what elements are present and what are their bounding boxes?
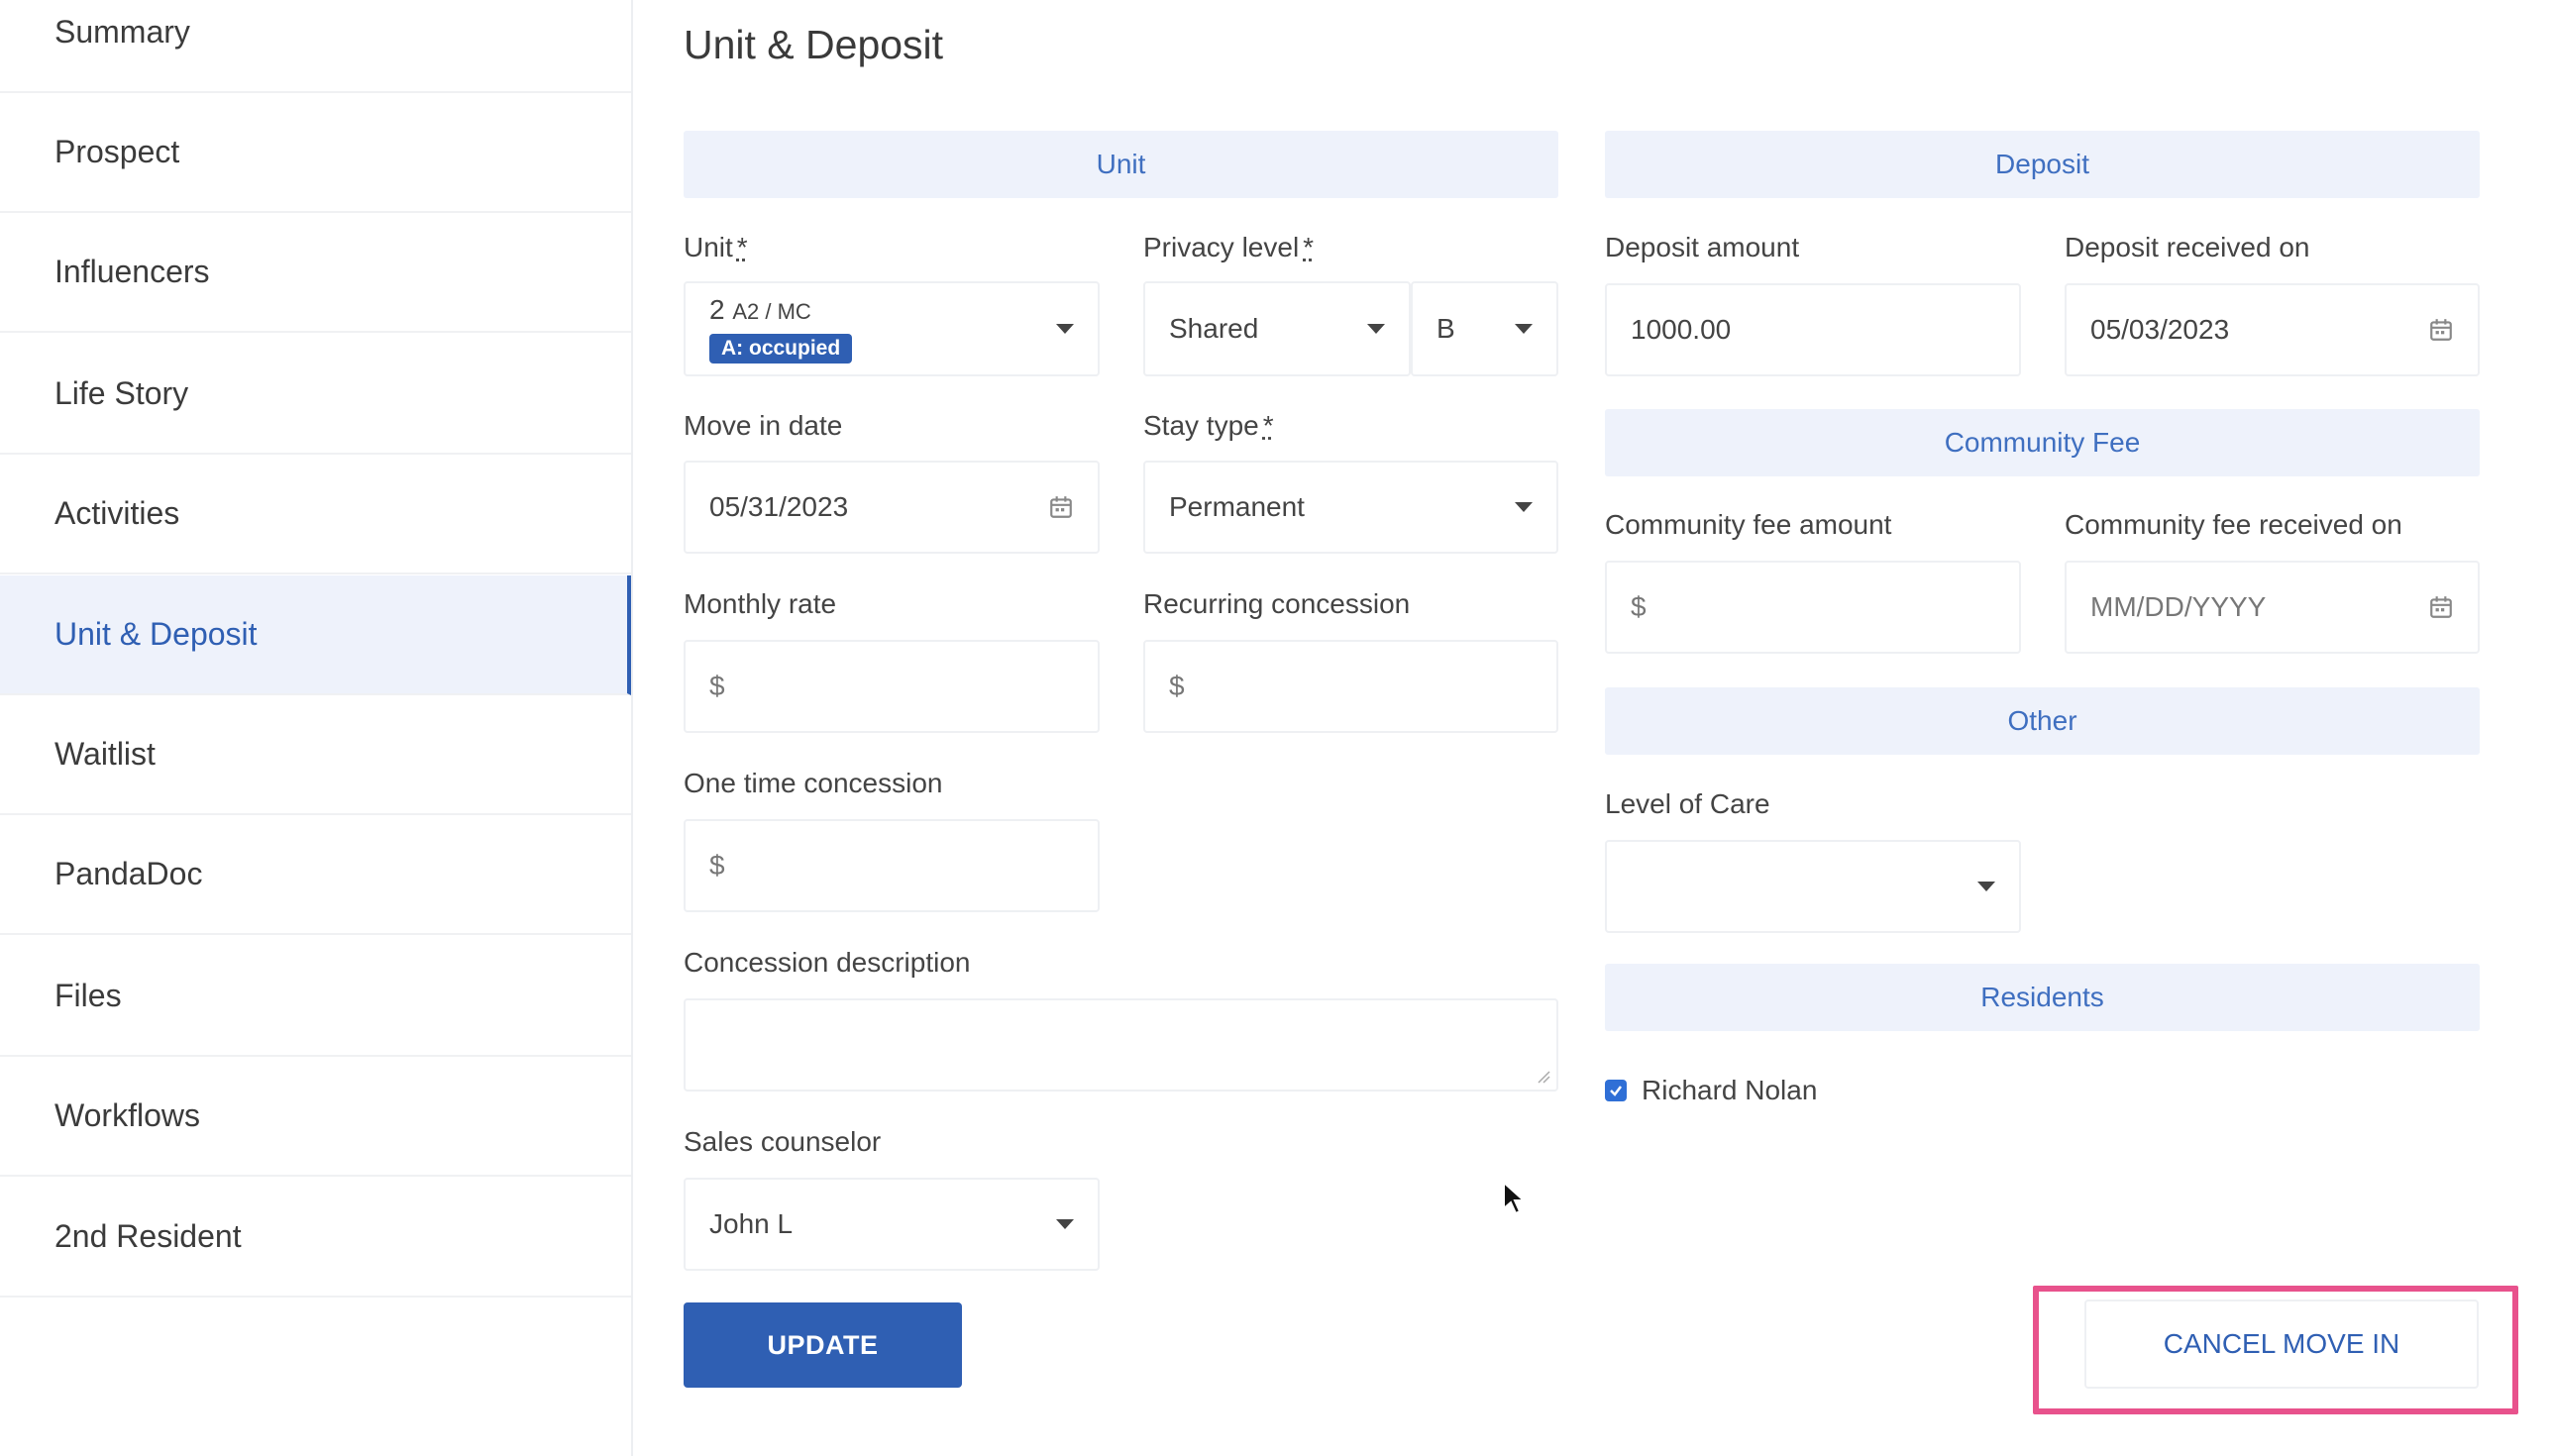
sidebar-item-life-story[interactable]: Life Story <box>0 335 631 455</box>
chevron-down-icon <box>1515 324 1533 334</box>
recurring-concession-label: Recurring concession <box>1143 588 1411 619</box>
concession-description-textarea[interactable] <box>684 998 1558 1092</box>
sidebar-item-label: Prospect <box>54 134 180 169</box>
move-in-date-input[interactable]: 05/31/2023 <box>684 461 1100 554</box>
sidebar-item-waitlist[interactable]: Waitlist <box>0 695 631 815</box>
deposit-section-heading: Deposit <box>1605 131 2480 198</box>
calendar-icon[interactable] <box>1048 494 1074 520</box>
sidebar-item-activities[interactable]: Activities <box>0 455 631 574</box>
residents-section-heading: Residents <box>1605 964 2480 1031</box>
community-fee-received-on-label: Community fee received on <box>2065 509 2402 540</box>
unit-section-heading: Unit <box>684 131 1558 198</box>
calendar-icon[interactable] <box>2428 317 2454 343</box>
sidebar-item-label: Waitlist <box>54 736 156 772</box>
chevron-down-icon <box>1367 324 1385 334</box>
deposit-received-on-input[interactable]: 05/03/2023 <box>2065 283 2480 376</box>
concession-description-label: Concession description <box>684 947 971 978</box>
bed-select[interactable]: B <box>1411 281 1558 376</box>
sidebar-item-pandadoc[interactable]: PandaDoc <box>0 815 631 935</box>
sidebar-item-label: Files <box>54 978 122 1013</box>
community-fee-section-heading: Community Fee <box>1605 409 2480 476</box>
sales-counselor-label: Sales counselor <box>684 1126 882 1157</box>
privacy-level-label: Privacy level * <box>1143 232 1315 262</box>
one-time-concession-placeholder: $ <box>709 850 725 881</box>
page-title: Unit & Deposit <box>684 22 944 67</box>
bed-value: B <box>1436 313 1455 344</box>
monthly-rate-placeholder: $ <box>709 671 725 701</box>
sidebar-item-label: PandaDoc <box>54 856 203 891</box>
community-fee-amount-placeholder: $ <box>1631 591 1647 622</box>
sales-counselor-select[interactable]: John L <box>684 1178 1100 1271</box>
stay-type-select[interactable]: Permanent <box>1143 461 1558 554</box>
deposit-amount-input[interactable]: 1000.00 <box>1605 283 2021 376</box>
sidebar-item-label: Summary <box>54 14 190 50</box>
deposit-amount-label: Deposit amount <box>1605 232 1800 262</box>
chevron-down-icon <box>1056 324 1074 334</box>
chevron-down-icon <box>1056 1219 1074 1229</box>
sidebar-item-2nd-resident[interactable]: 2nd Resident <box>0 1178 631 1298</box>
sidebar: Summary Prospect Influencers Life Story … <box>0 0 633 1456</box>
community-fee-amount-input[interactable]: $ <box>1605 561 2021 654</box>
community-fee-received-on-placeholder: MM/DD/YYYY <box>2090 591 2267 622</box>
level-of-care-select[interactable] <box>1605 840 2021 933</box>
sidebar-item-summary[interactable]: Summary <box>0 0 631 93</box>
resident-checkbox[interactable] <box>1605 1080 1627 1101</box>
privacy-level-value: Shared <box>1169 313 1259 344</box>
stay-type-value: Permanent <box>1169 491 1305 522</box>
update-button[interactable]: UPDATE <box>684 1302 962 1388</box>
sidebar-item-label: 2nd Resident <box>54 1218 242 1254</box>
sidebar-item-prospect[interactable]: Prospect <box>0 93 631 213</box>
sidebar-item-influencers[interactable]: Influencers <box>0 213 631 333</box>
deposit-amount-value: 1000.00 <box>1631 314 1732 345</box>
sidebar-item-label: Workflows <box>54 1097 200 1133</box>
chevron-down-icon <box>1977 882 1995 891</box>
resident-name: Richard Nolan <box>1642 1075 1818 1105</box>
recurring-concession-placeholder: $ <box>1169 671 1185 701</box>
resize-handle-icon[interactable] <box>1537 1070 1550 1084</box>
other-section-heading: Other <box>1605 687 2480 755</box>
unit-status-badge: A: occupied <box>709 334 853 364</box>
deposit-received-on-value: 05/03/2023 <box>2090 314 2230 345</box>
privacy-level-select[interactable]: Shared <box>1143 281 1411 376</box>
monthly-rate-label: Monthly rate <box>684 588 837 619</box>
one-time-concession-input[interactable]: $ <box>684 819 1100 912</box>
move-in-date-value: 05/31/2023 <box>709 491 849 522</box>
checkmark-icon <box>1610 1086 1622 1096</box>
unit-value: 2 A2 / MC A: occupied <box>709 294 1056 364</box>
deposit-received-on-label: Deposit received on <box>2065 232 2310 262</box>
sidebar-item-files[interactable]: Files <box>0 937 631 1057</box>
sidebar-item-label: Unit & Deposit <box>54 616 258 652</box>
stay-type-label: Stay type * <box>1143 410 1274 441</box>
community-fee-amount-label: Community fee amount <box>1605 509 1892 540</box>
level-of-care-label: Level of Care <box>1605 788 1770 819</box>
unit-select[interactable]: 2 A2 / MC A: occupied <box>684 281 1100 376</box>
cancel-move-in-button[interactable]: CANCEL MOVE IN <box>2084 1300 2479 1389</box>
sidebar-item-workflows[interactable]: Workflows <box>0 1057 631 1177</box>
sales-counselor-value: John L <box>709 1208 794 1239</box>
unit-label: Unit * <box>684 232 748 262</box>
move-in-date-label: Move in date <box>684 410 843 441</box>
mouse-cursor-icon <box>1503 1181 1527 1215</box>
monthly-rate-input[interactable]: $ <box>684 640 1100 733</box>
calendar-icon[interactable] <box>2428 594 2454 620</box>
sidebar-item-label: Influencers <box>54 254 210 289</box>
chevron-down-icon <box>1515 502 1533 512</box>
recurring-concession-input[interactable]: $ <box>1143 640 1558 733</box>
sidebar-item-label: Life Story <box>54 375 189 411</box>
sidebar-item-unit-deposit[interactable]: Unit & Deposit <box>0 575 631 695</box>
sidebar-item-label: Activities <box>54 495 180 531</box>
community-fee-received-on-input[interactable]: MM/DD/YYYY <box>2065 561 2480 654</box>
one-time-concession-label: One time concession <box>684 768 943 798</box>
